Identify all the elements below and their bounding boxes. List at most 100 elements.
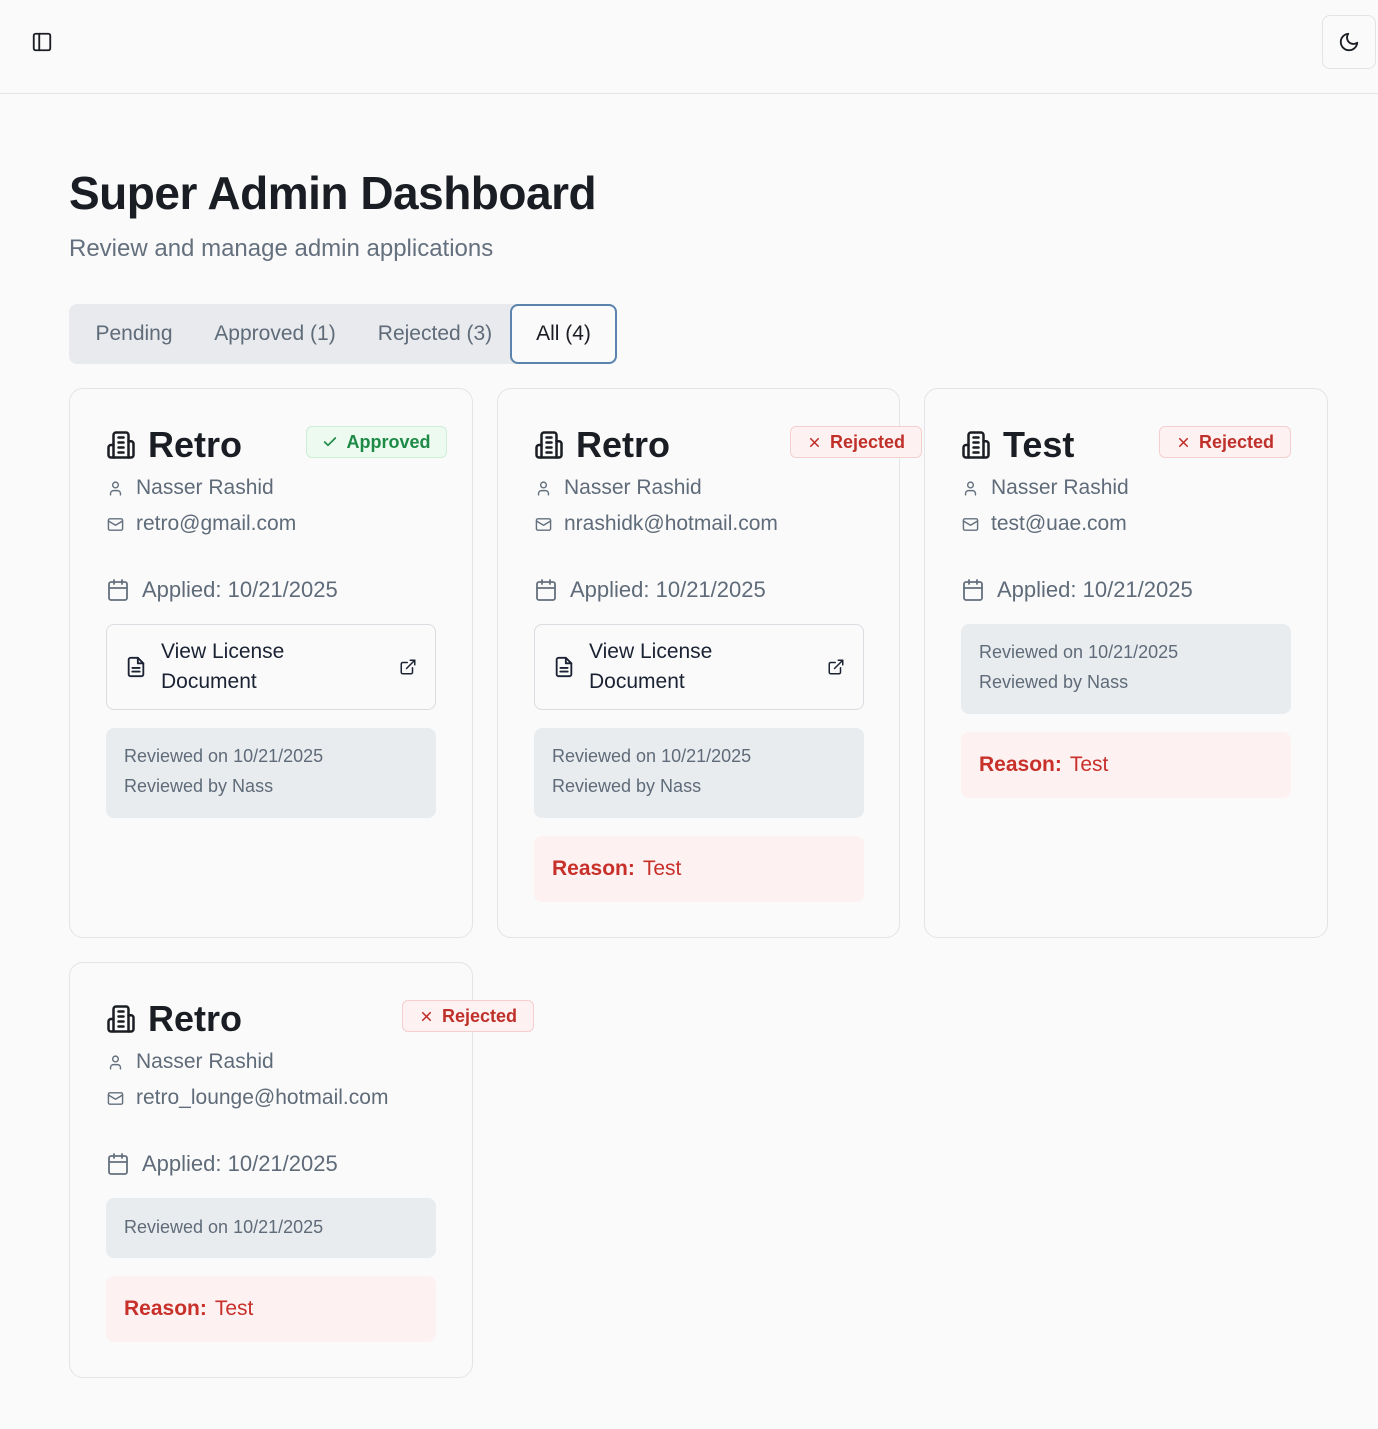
business-name: Test bbox=[1003, 424, 1075, 465]
mail-icon bbox=[535, 517, 551, 531]
applied-date: Applied: 10/21/2025 bbox=[997, 577, 1193, 602]
external-link-icon bbox=[400, 659, 416, 675]
email-row: test@uae.com bbox=[961, 512, 1127, 536]
sidebar-toggle-button[interactable] bbox=[28, 28, 56, 56]
x-icon bbox=[421, 1011, 431, 1021]
reviewed-by: Reviewed by Nass bbox=[552, 776, 702, 796]
rejection-reason: Reason: Test bbox=[961, 732, 1291, 798]
user-icon bbox=[537, 480, 549, 496]
review-info: Reviewed on 10/21/2025 bbox=[106, 1198, 436, 1258]
applied-row: Applied: 10/21/2025 bbox=[106, 577, 338, 603]
building-icon bbox=[535, 431, 563, 459]
application-card: Retro Rejected Nasser Rashid nrashidk@ho… bbox=[497, 388, 922, 938]
mail-icon bbox=[107, 517, 123, 531]
reason-label: Reason: bbox=[979, 753, 1062, 776]
check-icon bbox=[324, 437, 337, 447]
tab-rejected[interactable]: Rejected (3) bbox=[358, 304, 512, 364]
email-row: nrashidk@hotmail.com bbox=[534, 512, 778, 536]
status-label: Approved bbox=[346, 431, 431, 452]
building-icon bbox=[962, 431, 990, 459]
review-info: Reviewed on 10/21/2025 Reviewed by Nass bbox=[534, 728, 864, 818]
owner-name: Nasser Rashid bbox=[991, 476, 1129, 499]
calendar-icon bbox=[108, 1153, 128, 1175]
owner-name: Nasser Rashid bbox=[564, 476, 702, 499]
mail-icon bbox=[107, 1091, 123, 1105]
theme-toggle-button[interactable] bbox=[1322, 15, 1376, 69]
owner-row: Nasser Rashid bbox=[961, 476, 1129, 500]
calendar-icon bbox=[963, 579, 983, 601]
owner-row: Nasser Rashid bbox=[534, 476, 702, 500]
business-name: Retro bbox=[148, 998, 243, 1039]
applied-date: Applied: 10/21/2025 bbox=[142, 577, 338, 602]
reason-text: Test bbox=[642, 857, 682, 880]
view-license-button[interactable]: View License Document bbox=[534, 624, 864, 710]
owner-name: Nasser Rashid bbox=[136, 476, 274, 499]
view-license-label: View License Document bbox=[589, 640, 713, 693]
applied-date: Applied: 10/21/2025 bbox=[142, 1151, 338, 1176]
email-address: test@uae.com bbox=[991, 512, 1127, 535]
status-badge: Approved bbox=[306, 426, 447, 458]
tab-pending[interactable]: Pending bbox=[69, 304, 199, 364]
status-badge: Rejected bbox=[1159, 426, 1291, 458]
user-icon bbox=[964, 480, 976, 496]
user-icon bbox=[109, 1054, 121, 1070]
building-icon bbox=[107, 431, 135, 459]
status-tabs: Pending Approved (1) Rejected (3) All (4… bbox=[69, 304, 617, 364]
page-subtitle: Review and manage admin applications bbox=[69, 235, 494, 262]
calendar-icon bbox=[536, 579, 556, 601]
reviewed-on: Reviewed on 10/21/2025 bbox=[979, 642, 1179, 662]
review-info: Reviewed on 10/21/2025 Reviewed by Nass bbox=[961, 624, 1291, 714]
tab-approved[interactable]: Approved (1) bbox=[199, 304, 351, 364]
reason-label: Reason: bbox=[552, 857, 635, 880]
card-header: Test bbox=[961, 424, 1075, 465]
status-label: Rejected bbox=[1198, 431, 1275, 452]
reviewed-by: Reviewed by Nass bbox=[124, 776, 274, 796]
email-row: retro@gmail.com bbox=[106, 512, 296, 536]
external-link-icon bbox=[828, 659, 844, 675]
x-icon bbox=[1178, 437, 1188, 447]
file-text-icon bbox=[555, 656, 573, 678]
review-info: Reviewed on 10/21/2025 Reviewed by Nass bbox=[106, 728, 436, 818]
card-header: Retro bbox=[106, 998, 243, 1039]
reviewed-on: Reviewed on 10/21/2025 bbox=[124, 746, 324, 766]
email-address: retro@gmail.com bbox=[136, 512, 297, 535]
applied-row: Applied: 10/21/2025 bbox=[961, 577, 1193, 603]
calendar-icon bbox=[108, 579, 128, 601]
reviewed-by: Reviewed by Nass bbox=[979, 672, 1129, 692]
business-name: Retro bbox=[148, 424, 243, 465]
user-icon bbox=[109, 480, 121, 496]
tab-all[interactable]: All (4) bbox=[510, 304, 617, 364]
application-card: Retro Approved Nasser Rashid retro@gmail… bbox=[69, 388, 473, 938]
application-card: Test Rejected Nasser Rashid test@uae.com… bbox=[924, 388, 1328, 938]
applied-date: Applied: 10/21/2025 bbox=[570, 577, 766, 602]
rejection-reason: Reason: Test bbox=[106, 1276, 436, 1342]
status-label: Rejected bbox=[441, 1005, 518, 1026]
applied-row: Applied: 10/21/2025 bbox=[534, 577, 766, 603]
card-header: Retro bbox=[534, 424, 670, 465]
card-header: Retro bbox=[106, 424, 243, 465]
status-label: Rejected bbox=[829, 431, 906, 452]
reason-text: Test bbox=[214, 1297, 254, 1320]
reason-label: Reason: bbox=[124, 1297, 207, 1320]
mail-icon bbox=[962, 517, 978, 531]
email-address: nrashidk@hotmail.com bbox=[564, 512, 778, 535]
email-address: retro_lounge@hotmail.com bbox=[136, 1086, 389, 1109]
applied-row: Applied: 10/21/2025 bbox=[106, 1151, 338, 1177]
email-row: retro_lounge@hotmail.com bbox=[106, 1086, 388, 1110]
status-badge: Rejected bbox=[790, 426, 922, 458]
view-license-button[interactable]: View License Document bbox=[106, 624, 436, 710]
view-license-label: View License Document bbox=[161, 640, 285, 693]
rejection-reason: Reason: Test bbox=[534, 836, 864, 902]
top-bar bbox=[0, 0, 1378, 94]
owner-row: Nasser Rashid bbox=[106, 1050, 274, 1074]
panel-left-icon bbox=[32, 32, 52, 52]
file-text-icon bbox=[127, 656, 145, 678]
x-icon bbox=[809, 437, 819, 447]
owner-name: Nasser Rashid bbox=[136, 1050, 274, 1073]
building-icon bbox=[107, 1005, 135, 1033]
reason-text: Test bbox=[1069, 753, 1109, 776]
reviewed-on: Reviewed on 10/21/2025 bbox=[552, 746, 752, 766]
status-badge: Rejected bbox=[402, 1000, 534, 1032]
moon-icon bbox=[1339, 32, 1359, 52]
application-card: Retro Rejected Nasser Rashid retro_loung… bbox=[69, 962, 534, 1378]
